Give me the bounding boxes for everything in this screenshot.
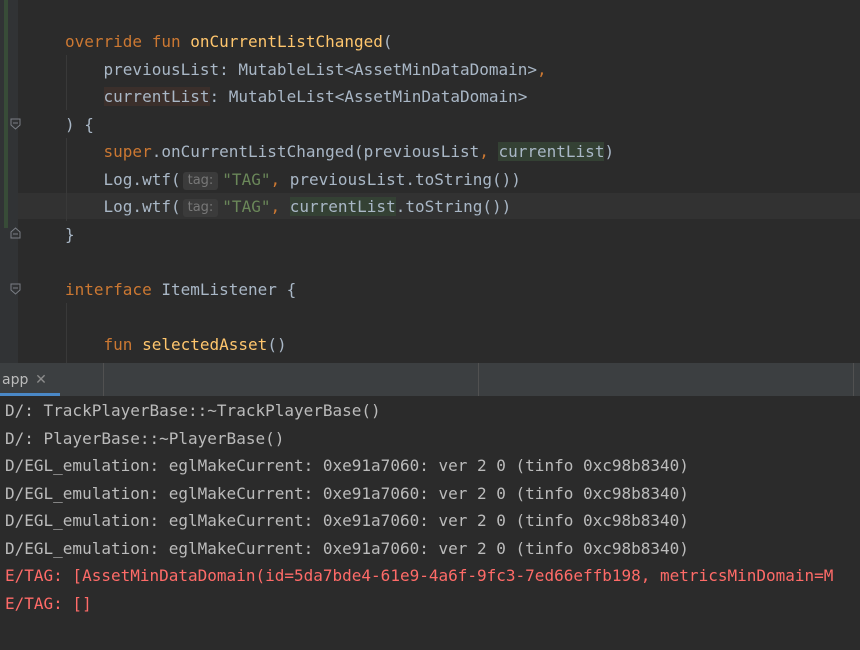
code-token: () [267, 334, 287, 354]
code-token: : MutableList<AssetMinDataDomain> [209, 87, 528, 106]
code-token: fun [103, 334, 133, 354]
log-line[interactable]: D/: TrackPlayerBase::~TrackPlayerBase() [5, 398, 381, 424]
code-token: : MutableList<AssetMinDataDomain> [219, 59, 538, 79]
code-token: .toString()) [395, 197, 512, 216]
tab-label: app [2, 372, 29, 388]
code-token: } [65, 224, 75, 244]
code-editor[interactable]: override fun onCurrentListChanged( previ… [0, 0, 860, 363]
logcat-toolbar: app ✕ [0, 363, 860, 397]
code-token: "TAG" [222, 169, 271, 189]
code-token: fun [151, 32, 181, 51]
tab-app[interactable]: app ✕ [0, 363, 60, 396]
log-line[interactable]: D/EGL_emulation: eglMakeCurrent: 0xe91a7… [5, 481, 689, 507]
log-line[interactable]: D/EGL_emulation: eglMakeCurrent: 0xe91a7… [5, 508, 689, 534]
code-token: Log.wtf( [65, 169, 181, 189]
code-token: "TAG" [222, 197, 271, 216]
code-line[interactable]: super.onCurrentListChanged(previousList,… [65, 140, 614, 164]
code-token: super [103, 142, 152, 161]
code-token: ItemListener { [151, 279, 297, 299]
code-line[interactable]: override fun onCurrentListChanged( [65, 30, 393, 54]
active-tab-indicator [0, 393, 60, 396]
code-line[interactable]: Log.wtf(tag: "TAG", currentList.toString(… [65, 195, 511, 219]
fold-collapse-icon[interactable] [10, 283, 21, 295]
code-token: onCurrentListChanged [190, 32, 383, 51]
code-token: , [537, 59, 547, 79]
code-token: currentList [498, 142, 605, 161]
vcs-change-marker[interactable] [4, 0, 8, 228]
code-token: ) [604, 142, 615, 161]
parameter-hint: tag: [182, 199, 219, 217]
editor-gutter[interactable] [0, 0, 21, 363]
code-token: Log.wtf( [65, 197, 181, 216]
log-line[interactable]: D/EGL_emulation: eglMakeCurrent: 0xe91a7… [5, 536, 689, 562]
fold-end-icon[interactable] [10, 227, 21, 239]
close-icon[interactable]: ✕ [34, 363, 48, 397]
code-token: .onCurrentListChanged(previousList [151, 142, 480, 161]
log-line[interactable]: D/EGL_emulation: eglMakeCurrent: 0xe91a7… [5, 453, 689, 479]
code-token: , [479, 142, 499, 161]
code-token: interface [65, 279, 152, 299]
toolbar-divider [103, 363, 104, 396]
code-line[interactable]: fun selectedAsset() [65, 333, 287, 357]
logcat-output[interactable]: D/: TrackPlayerBase::~TrackPlayerBase() D… [0, 397, 860, 650]
code-token: previousList [65, 59, 220, 79]
parameter-hint: tag: [182, 171, 219, 190]
log-line[interactable]: E/TAG: [] [5, 591, 92, 617]
code-token: currentList [103, 87, 210, 106]
log-line[interactable]: E/TAG: [AssetMinDataDomain(id=5da7bde4-6… [5, 563, 833, 589]
code-token: , [270, 197, 290, 216]
log-line[interactable]: D/: PlayerBase::~PlayerBase() [5, 426, 284, 452]
code-line[interactable]: } [65, 223, 75, 247]
code-token: currentList [289, 197, 396, 216]
code-line[interactable]: previousList: MutableList<AssetMinDataDo… [65, 58, 547, 82]
code-line[interactable]: currentList: MutableList<AssetMinDataDom… [65, 85, 527, 109]
code-line[interactable]: interface ItemListener { [65, 278, 296, 302]
code-line[interactable]: Log.wtf(tag: "TAG", previousList.toString… [65, 168, 521, 192]
code-token: override [65, 32, 143, 51]
code-token: , [270, 169, 290, 189]
toolbar-divider [853, 363, 854, 396]
code-token: selectedAsset [142, 334, 268, 354]
code-token: previousList.toString()) [289, 169, 521, 189]
toolbar-divider [478, 363, 479, 396]
code-token: ( [382, 32, 393, 51]
code-token: ) { [65, 114, 94, 134]
fold-collapse-icon[interactable] [10, 118, 21, 130]
code-line[interactable]: ) { [65, 113, 94, 137]
